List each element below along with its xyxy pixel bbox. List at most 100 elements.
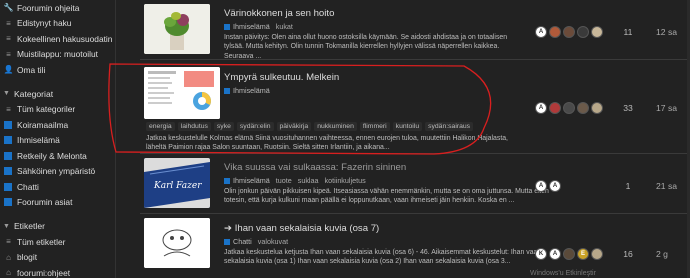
avatar[interactable]: A <box>549 180 561 192</box>
pinned-icon: ➔ <box>224 223 235 234</box>
chevron-down-icon: ▼ <box>3 222 10 230</box>
user-icon: 👤 <box>3 65 14 75</box>
chevron-down-icon: ▼ <box>3 90 10 97</box>
topic-row[interactable]: Karl Fazer Vika suussa vai sulkaassa: Fa… <box>140 158 688 214</box>
avatar[interactable] <box>563 248 575 260</box>
topic-category[interactable]: Chatti valokuvat <box>224 237 288 246</box>
sidebar-item-retkeily[interactable]: Retkeily & Melonta <box>0 148 112 164</box>
category-color-badge <box>4 167 12 176</box>
topic-tag[interactable]: valokuvat <box>258 237 288 246</box>
sidebar-item-oma-tili[interactable]: 👤 Oma tili <box>0 62 112 78</box>
sidebar-item-ohjeita[interactable]: 🔧 Foorumin ohjeita <box>0 0 112 16</box>
avatar[interactable]: E <box>577 248 589 260</box>
list-icon: ≡ <box>6 18 11 28</box>
topic-excerpt: Olin jonkun päivän pikkuisen kipeä. Itse… <box>224 188 549 205</box>
topic-title[interactable]: Värinokkonen ja sen hoito <box>224 8 334 19</box>
list-icon: ≡ <box>6 104 11 114</box>
topic-category[interactable]: Ihmiselämä tuote suklaa kotiinkuljetus <box>224 176 366 185</box>
topic-category[interactable]: Ihmiselämä kukat <box>224 22 293 31</box>
topic-row[interactable]: Värinokkonen ja sen hoito Ihmiselämä kuk… <box>140 0 688 60</box>
avatar[interactable]: A <box>535 180 547 192</box>
tags-header[interactable]: ▼ Etiketler <box>0 218 112 234</box>
topic-tag[interactable]: suklaa <box>298 176 319 185</box>
avatar[interactable]: A <box>535 26 547 38</box>
topic-tag[interactable]: kukat <box>276 22 293 31</box>
activity-time[interactable]: 21 sa <box>656 181 677 191</box>
category-color-badge <box>4 151 12 160</box>
category-color-badge <box>4 120 12 129</box>
avatar[interactable] <box>549 102 561 114</box>
topic-excerpt: Jatkaa keskustelua ketjusta Ihan vaan se… <box>224 249 542 266</box>
avatar[interactable] <box>577 26 589 38</box>
avatar[interactable]: A <box>549 248 561 260</box>
sidebar-item-hakusuodatin[interactable]: ≡ Kokeellinen hakusuodatin <box>0 31 112 47</box>
wrench-icon: 🔧 <box>3 3 14 13</box>
sidebar-item-label: Oma tili <box>17 64 46 75</box>
red-annotation-outline <box>108 63 492 155</box>
categories-header[interactable]: ▼ Kategoriat <box>0 86 112 102</box>
reply-count[interactable]: 1 <box>618 181 638 191</box>
list-icon: ≡ <box>6 237 11 247</box>
sidebar-item-label: Kokeellinen hakusuodatin <box>17 33 112 44</box>
plant-image-icon <box>144 4 210 54</box>
avatar[interactable] <box>577 102 589 114</box>
poster-avatars: A <box>535 26 605 38</box>
sidebar-item-chatti[interactable]: Chatti <box>0 179 112 195</box>
avatar[interactable] <box>591 26 603 38</box>
sidebar-item-foorumin-asiat[interactable]: Foorumin asiat <box>0 195 112 211</box>
chocolate-image-icon: Karl Fazer <box>144 158 210 208</box>
avatar[interactable] <box>563 102 575 114</box>
activity-time[interactable]: 2 g <box>656 249 668 259</box>
sidebar-item-tag-ohjeet[interactable]: ⌂ foorumi:ohjeet <box>0 265 112 278</box>
reply-count[interactable]: 16 <box>618 249 638 259</box>
list-icon: ≡ <box>6 49 11 59</box>
category-color-badge <box>4 182 12 191</box>
activity-time[interactable]: 17 sa <box>656 103 677 113</box>
topic-thumbnail[interactable] <box>144 4 210 54</box>
reply-count[interactable]: 11 <box>618 27 638 37</box>
sidebar-item-edistynyt-haku[interactable]: ≡ Edistynyt haku <box>0 16 112 32</box>
tag-icon: ⌂ <box>6 268 11 278</box>
topic-row[interactable]: Ympyrä sulkeutuu. Melkein Ihmiselämä ene… <box>108 63 688 155</box>
tag-icon: ⌂ <box>6 252 11 262</box>
category-color-badge <box>4 198 12 207</box>
sidebar: 🔧 Foorumin ohjeita ≡ Edistynyt haku ≡ Ko… <box>0 0 112 278</box>
topic-excerpt: Instan päivitys: Olen aina ollut huono o… <box>224 34 508 60</box>
avatar[interactable] <box>591 248 603 260</box>
category-color-badge <box>224 177 230 184</box>
topic-tag[interactable]: kotiinkuljetus <box>325 176 366 185</box>
topic-tag[interactable]: tuote <box>276 176 292 185</box>
sidebar-item-sahkoinen[interactable]: Sähköinen ympäristö <box>0 164 112 180</box>
topic-title[interactable]: Vika suussa vai sulkaassa: Fazerin sinin… <box>224 162 406 173</box>
windows-activation-watermark: Windows'u Etkinleştir <box>530 270 596 277</box>
sidebar-item-koiramaailma[interactable]: Koiramaailma <box>0 117 112 133</box>
poster-avatars: K A E <box>535 248 605 260</box>
poster-avatars: A A <box>535 180 563 192</box>
category-color-badge <box>224 23 230 30</box>
topic-thumbnail[interactable] <box>144 218 210 268</box>
avatar[interactable]: A <box>535 102 547 114</box>
sidebar-item-label: Muistilappu: muotoilut <box>17 49 98 60</box>
avatar[interactable]: K <box>535 248 547 260</box>
avatar[interactable] <box>549 26 561 38</box>
category-color-badge <box>4 136 12 145</box>
avatar[interactable] <box>591 102 603 114</box>
sidebar-item-muistilappu[interactable]: ≡ Muistilappu: muotoilut <box>0 47 112 63</box>
sidebar-item-label: Edistynyt haku <box>17 18 72 29</box>
list-icon: ≡ <box>6 34 11 44</box>
topic-thumbnail[interactable]: Karl Fazer <box>144 158 210 208</box>
sketch-image-icon <box>144 218 210 268</box>
reply-count[interactable]: 33 <box>618 103 638 113</box>
topic-title[interactable]: ➔ Ihan vaan sekalaisia kuvia (osa 7) <box>224 223 379 234</box>
svg-text:Karl Fazer: Karl Fazer <box>153 181 202 191</box>
poster-avatars: A <box>535 102 605 114</box>
topic-row[interactable]: ➔ Ihan vaan sekalaisia kuvia (osa 7) Cha… <box>140 218 688 278</box>
sidebar-item-ihmiselama[interactable]: Ihmiselämä <box>0 133 112 149</box>
activity-time[interactable]: 12 sa <box>656 27 677 37</box>
avatar[interactable] <box>563 26 575 38</box>
sidebar-item-tag-blogit[interactable]: ⌂ blogit <box>0 250 112 266</box>
category-color-badge <box>224 238 230 245</box>
sidebar-item-label: Foorumin ohjeita <box>17 2 80 13</box>
sidebar-item-all-categories[interactable]: ≡ Tüm kategoriler <box>0 102 112 118</box>
sidebar-item-all-tags[interactable]: ≡ Tüm etiketler <box>0 234 112 250</box>
